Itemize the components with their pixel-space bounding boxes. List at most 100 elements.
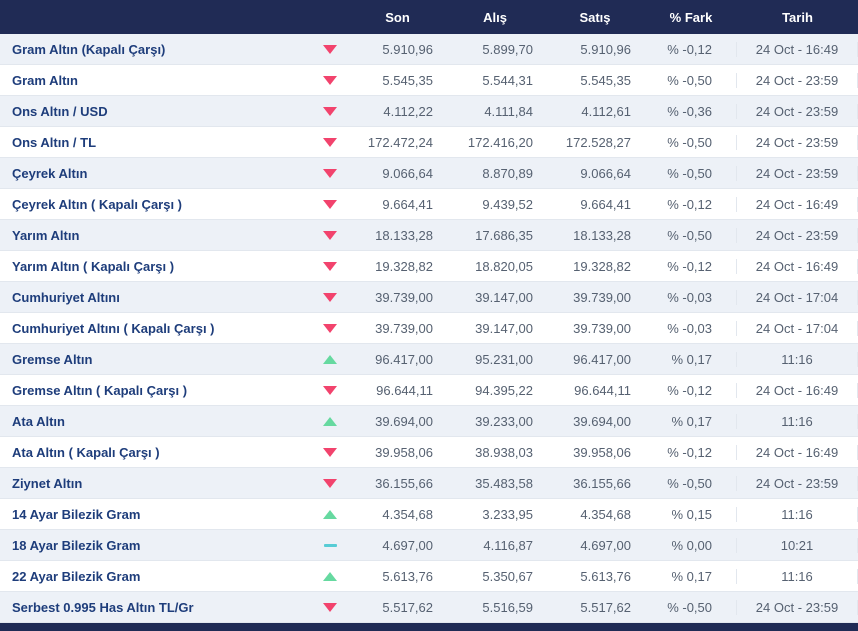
rate-row: 18 Ayar Bilezik Gram 4.697,00 4.116,87 4… [0, 530, 858, 561]
change-percent-value: % -0,03 [645, 289, 737, 305]
last-price-value: 9.066,64 [382, 165, 433, 181]
trend-cell [310, 571, 350, 581]
buy-price-value: 18.820,05 [475, 258, 533, 274]
timestamp-value: 24 Oct - 23:59 [737, 475, 858, 491]
last-price-value: 36.155,66 [375, 475, 433, 491]
rate-row: Serbest 0.995 Has Altın TL/Gr 5.517,62 5… [0, 592, 858, 623]
rate-row: Ata Altın ( Kapalı Çarşı ) 39.958,06 38.… [0, 437, 858, 468]
down-arrow-icon [323, 261, 337, 271]
down-arrow-icon [323, 478, 337, 488]
change-percent-value: % -0,50 [645, 134, 737, 150]
change-percent-value: % -0,50 [645, 165, 737, 181]
instrument-name-link[interactable]: Cumhuriyet Altını [0, 290, 310, 305]
rate-row: 14 Ayar Bilezik Gram 4.354,68 3.233,95 4… [0, 499, 858, 530]
down-arrow-icon [323, 168, 337, 178]
instrument-name-link[interactable]: Ons Altın / USD [0, 104, 310, 119]
timestamp-value: 24 Oct - 23:59 [737, 165, 858, 181]
timestamp-value: 24 Oct - 23:59 [737, 227, 858, 243]
instrument-name-link[interactable]: Ata Altın [0, 414, 310, 429]
buy-price-value: 5.516,59 [482, 599, 533, 615]
buy-price-value: 39.147,00 [475, 320, 533, 336]
instrument-name-link[interactable]: Ons Altın / TL [0, 135, 310, 150]
timestamp-value: 11:16 [737, 351, 858, 367]
last-price-value: 9.664,41 [382, 196, 433, 212]
instrument-name-link[interactable]: Gram Altın [0, 73, 310, 88]
timestamp-value: 24 Oct - 23:59 [737, 134, 858, 150]
down-arrow-icon [323, 106, 337, 116]
instrument-name-link[interactable]: Gremse Altın ( Kapalı Çarşı ) [0, 383, 310, 398]
trend-cell [310, 478, 350, 488]
rate-row: Yarım Altın ( Kapalı Çarşı ) 19.328,82 1… [0, 251, 858, 282]
rate-row: Gremse Altın ( Kapalı Çarşı ) 96.644,11 … [0, 375, 858, 406]
rate-row: Gram Altın 5.545,35 5.544,31 5.545,35 % … [0, 65, 858, 96]
rate-row: Ata Altın 39.694,00 39.233,00 39.694,00 … [0, 406, 858, 437]
change-percent-value: % -0,50 [645, 227, 737, 243]
instrument-name-link[interactable]: Cumhuriyet Altını ( Kapalı Çarşı ) [0, 321, 310, 336]
rate-row: Cumhuriyet Altını ( Kapalı Çarşı ) 39.73… [0, 313, 858, 344]
last-price-value: 96.644,11 [376, 382, 433, 398]
header-cell-tarih: Tarih [782, 9, 813, 25]
up-arrow-icon [323, 416, 337, 426]
rate-row: Ons Altın / USD 4.112,22 4.111,84 4.112,… [0, 96, 858, 127]
timestamp-value: 11:16 [737, 568, 858, 584]
instrument-name-link[interactable]: Serbest 0.995 Has Altın TL/Gr [0, 600, 310, 615]
instrument-name-link[interactable]: Ziynet Altın [0, 476, 310, 491]
timestamp-value: 24 Oct - 17:04 [737, 320, 858, 336]
buy-price-value: 4.116,87 [483, 537, 533, 553]
timestamp-value: 24 Oct - 16:49 [737, 196, 858, 212]
down-arrow-icon [323, 602, 337, 612]
instrument-name-link[interactable]: Yarım Altın [0, 228, 310, 243]
up-arrow-icon [323, 571, 337, 581]
trend-cell [310, 292, 350, 302]
buy-price-value: 5.350,67 [482, 568, 533, 584]
rate-row: Cumhuriyet Altını 39.739,00 39.147,00 39… [0, 282, 858, 313]
change-percent-value: % -0,12 [645, 444, 737, 460]
instrument-name-link[interactable]: Gram Altın (Kapalı Çarşı) [0, 42, 310, 57]
table-body: Gram Altın (Kapalı Çarşı) 5.910,96 5.899… [0, 34, 858, 623]
change-percent-value: % -0,50 [645, 475, 737, 491]
trend-cell [310, 230, 350, 240]
sell-price-value: 36.155,66 [573, 475, 631, 491]
timestamp-value: 24 Oct - 17:04 [737, 289, 858, 305]
instrument-name-link[interactable]: Ata Altın ( Kapalı Çarşı ) [0, 445, 310, 460]
instrument-name-link[interactable]: Yarım Altın ( Kapalı Çarşı ) [0, 259, 310, 274]
instrument-name-link[interactable]: 18 Ayar Bilezik Gram [0, 538, 310, 553]
change-percent-value: % 0,17 [645, 413, 737, 429]
sell-price-value: 9.066,64 [580, 165, 631, 181]
timestamp-value: 24 Oct - 16:49 [737, 41, 858, 57]
trend-cell [310, 354, 350, 364]
timestamp-value: 11:16 [737, 506, 858, 522]
timestamp-value: 24 Oct - 23:59 [737, 72, 858, 88]
sell-price-value: 39.958,06 [573, 444, 631, 460]
trend-cell [310, 106, 350, 116]
trend-cell [310, 385, 350, 395]
sell-price-value: 96.417,00 [573, 351, 631, 367]
instrument-name-link[interactable]: Gremse Altın [0, 352, 310, 367]
header-cell-son: Son [385, 9, 410, 25]
last-price-value: 96.417,00 [375, 351, 433, 367]
instrument-name-link[interactable]: 14 Ayar Bilezik Gram [0, 507, 310, 522]
change-percent-value: % -0,12 [645, 41, 737, 57]
trend-cell [310, 323, 350, 333]
last-price-value: 5.545,35 [382, 72, 433, 88]
instrument-name-link[interactable]: Çeyrek Altın [0, 166, 310, 181]
last-price-value: 39.739,00 [375, 289, 433, 305]
change-percent-value: % 0,00 [645, 537, 737, 553]
last-price-value: 5.613,76 [382, 568, 433, 584]
up-arrow-icon [323, 354, 337, 364]
instrument-name-link[interactable]: Çeyrek Altın ( Kapalı Çarşı ) [0, 197, 310, 212]
last-price-value: 39.739,00 [375, 320, 433, 336]
rate-row: Çeyrek Altın ( Kapalı Çarşı ) 9.664,41 9… [0, 189, 858, 220]
down-arrow-icon [323, 75, 337, 85]
last-price-value: 18.133,28 [375, 227, 433, 243]
change-percent-value: % -0,12 [645, 382, 737, 398]
rate-row: Gram Altın (Kapalı Çarşı) 5.910,96 5.899… [0, 34, 858, 65]
flat-dash-icon [323, 543, 337, 547]
sell-price-value: 19.328,82 [573, 258, 631, 274]
trend-cell [310, 44, 350, 54]
sell-price-value: 4.112,61 [581, 103, 631, 119]
instrument-name-link[interactable]: 22 Ayar Bilezik Gram [0, 569, 310, 584]
footer-bar [0, 623, 858, 631]
up-arrow-icon [323, 509, 337, 519]
rate-row: Ons Altın / TL 172.472,24 172.416,20 172… [0, 127, 858, 158]
